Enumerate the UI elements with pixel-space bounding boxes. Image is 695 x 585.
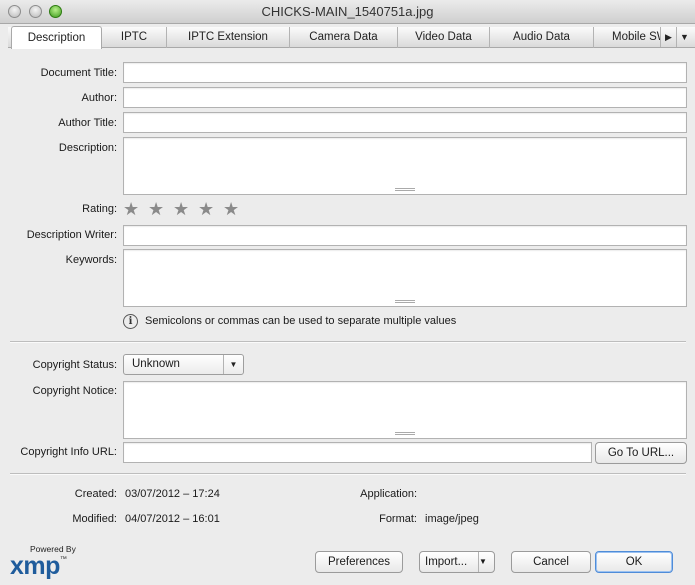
created-label: Created: [74,488,117,500]
resize-grip-icon[interactable] [395,432,415,435]
tab-bar: Description IPTC IPTC Extension Camera D… [8,26,695,49]
minimize-window-button[interactable] [29,5,42,18]
zoom-window-button[interactable] [49,5,62,18]
rating-label: Rating: [82,203,117,215]
tab-video-data[interactable]: Video Data [398,27,490,48]
star-icon[interactable]: ★ [123,200,142,218]
created-value: 03/07/2012 – 17:24 [125,488,220,500]
copyright-notice-textarea[interactable] [123,381,687,439]
separator [10,473,686,475]
modified-value: 04/07/2012 – 16:01 [125,513,220,525]
chevron-down-icon: ▼ [223,355,243,374]
author-field[interactable] [123,87,687,108]
author-label: Author: [81,92,117,104]
format-value: image/jpeg [425,513,479,525]
tab-camera-data[interactable]: Camera Data [290,27,398,48]
keywords-label: Keywords: [65,254,117,266]
tab-description[interactable]: Description [11,26,102,49]
star-icon[interactable]: ★ [198,200,217,218]
xmp-logo: xmp™ [10,552,67,580]
star-icon[interactable]: ★ [173,200,192,218]
format-label: Format: [379,513,417,525]
chevron-down-icon[interactable]: ▼ [478,552,494,572]
tab-menu-icon[interactable]: ▼ [676,27,692,47]
description-textarea[interactable] [123,137,687,195]
copyright-notice-label: Copyright Notice: [32,385,117,397]
tab-mobile-sw[interactable]: Mobile SW [594,27,660,48]
author-title-field[interactable] [123,112,687,133]
description-writer-field[interactable] [123,225,687,246]
go-to-url-button[interactable]: Go To URL... [595,442,687,464]
description-label: Description: [58,142,117,154]
author-title-label: Author Title: [58,117,117,129]
copyright-url-label: Copyright Info URL: [20,446,117,458]
rating-stars: ★ ★ ★ ★ ★ [123,200,248,218]
copyright-status-label: Copyright Status: [32,359,117,371]
import-button[interactable]: Import... ▼ [419,551,495,573]
star-icon[interactable]: ★ [148,200,167,218]
copyright-url-field[interactable] [123,442,592,463]
title-bar: CHICKS-MAIN_1540751a.jpg [0,0,695,24]
ok-button[interactable]: OK [595,551,673,573]
tab-iptc[interactable]: IPTC [102,27,167,48]
document-title-label: Document Title: [40,67,117,79]
tab-iptc-extension[interactable]: IPTC Extension [167,27,290,48]
document-title-field[interactable] [123,62,687,83]
tab-scroll-right-icon[interactable]: ▶ [660,27,676,47]
info-icon: i [123,314,138,329]
tab-audio-data[interactable]: Audio Data [490,27,594,48]
separator [10,341,686,343]
resize-grip-icon[interactable] [395,300,415,303]
keywords-textarea[interactable] [123,249,687,307]
application-label: Application: [360,488,417,500]
cancel-button[interactable]: Cancel [511,551,591,573]
copyright-status-select[interactable]: Unknown ▼ [123,354,244,375]
star-icon[interactable]: ★ [223,200,242,218]
window-title: CHICKS-MAIN_1540751a.jpg [261,4,434,19]
description-writer-label: Description Writer: [26,229,117,241]
modified-label: Modified: [72,513,117,525]
preferences-button[interactable]: Preferences [315,551,403,573]
close-window-button[interactable] [8,5,21,18]
keywords-hint: Semicolons or commas can be used to sepa… [145,315,457,327]
resize-grip-icon[interactable] [395,188,415,191]
